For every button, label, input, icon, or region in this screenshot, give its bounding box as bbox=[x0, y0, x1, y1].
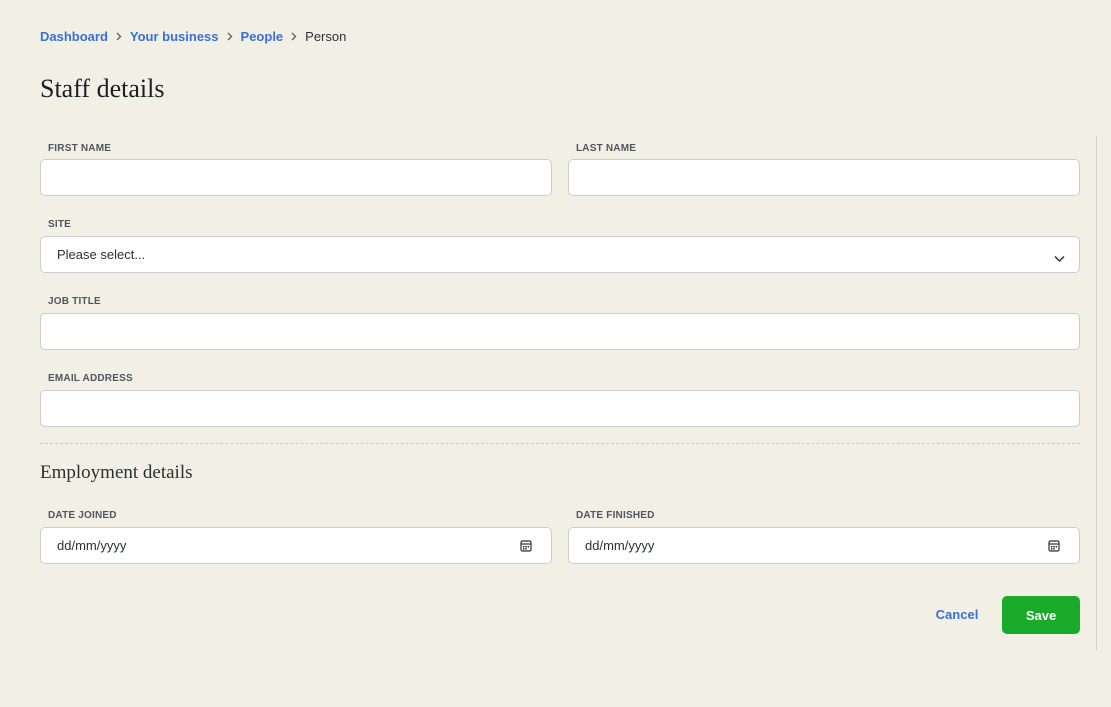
breadcrumb-your-business[interactable]: Your business bbox=[130, 29, 219, 44]
calendar-icon[interactable] bbox=[1048, 539, 1060, 557]
chevron-down-icon bbox=[1054, 250, 1065, 268]
panel-border bbox=[1096, 136, 1097, 650]
employment-section-title: Employment details bbox=[40, 462, 193, 483]
job-title-input[interactable] bbox=[41, 314, 1079, 349]
page-title: Staff details bbox=[40, 74, 165, 103]
first-name-label: FIRST NAME bbox=[48, 143, 112, 154]
email-label: EMAIL ADDRESS bbox=[48, 373, 133, 384]
last-name-label: LAST NAME bbox=[576, 143, 637, 154]
date-joined-field[interactable]: dd/mm/yyyy bbox=[40, 527, 552, 564]
last-name-input[interactable] bbox=[569, 160, 1079, 195]
chevron-right-icon bbox=[283, 31, 305, 43]
email-field[interactable] bbox=[40, 390, 1080, 427]
breadcrumb: Dashboard Your business People Person bbox=[40, 29, 346, 44]
date-joined-label: DATE JOINED bbox=[48, 510, 117, 521]
breadcrumb-current: Person bbox=[305, 29, 347, 44]
calendar-icon[interactable] bbox=[520, 539, 532, 557]
job-title-field[interactable] bbox=[40, 313, 1080, 350]
first-name-field[interactable] bbox=[40, 159, 552, 196]
chevron-right-icon bbox=[219, 31, 241, 43]
first-name-input[interactable] bbox=[41, 160, 551, 195]
breadcrumb-people[interactable]: People bbox=[241, 29, 284, 44]
save-button[interactable]: Save bbox=[1002, 596, 1080, 634]
site-select[interactable]: Please select... bbox=[40, 236, 1080, 273]
date-finished-field[interactable]: dd/mm/yyyy bbox=[568, 527, 1080, 564]
date-joined-placeholder: dd/mm/yyyy bbox=[57, 538, 127, 553]
date-finished-placeholder: dd/mm/yyyy bbox=[585, 538, 655, 553]
last-name-field[interactable] bbox=[568, 159, 1080, 196]
email-input[interactable] bbox=[41, 391, 1079, 426]
site-select-value: Please select... bbox=[57, 247, 146, 262]
site-label: SITE bbox=[48, 219, 72, 230]
job-title-label: JOB TITLE bbox=[48, 296, 101, 307]
date-finished-label: DATE FINISHED bbox=[576, 510, 655, 521]
section-divider bbox=[40, 443, 1080, 444]
cancel-button[interactable]: Cancel bbox=[928, 596, 986, 633]
breadcrumb-dashboard[interactable]: Dashboard bbox=[40, 29, 108, 44]
chevron-right-icon bbox=[108, 31, 130, 43]
